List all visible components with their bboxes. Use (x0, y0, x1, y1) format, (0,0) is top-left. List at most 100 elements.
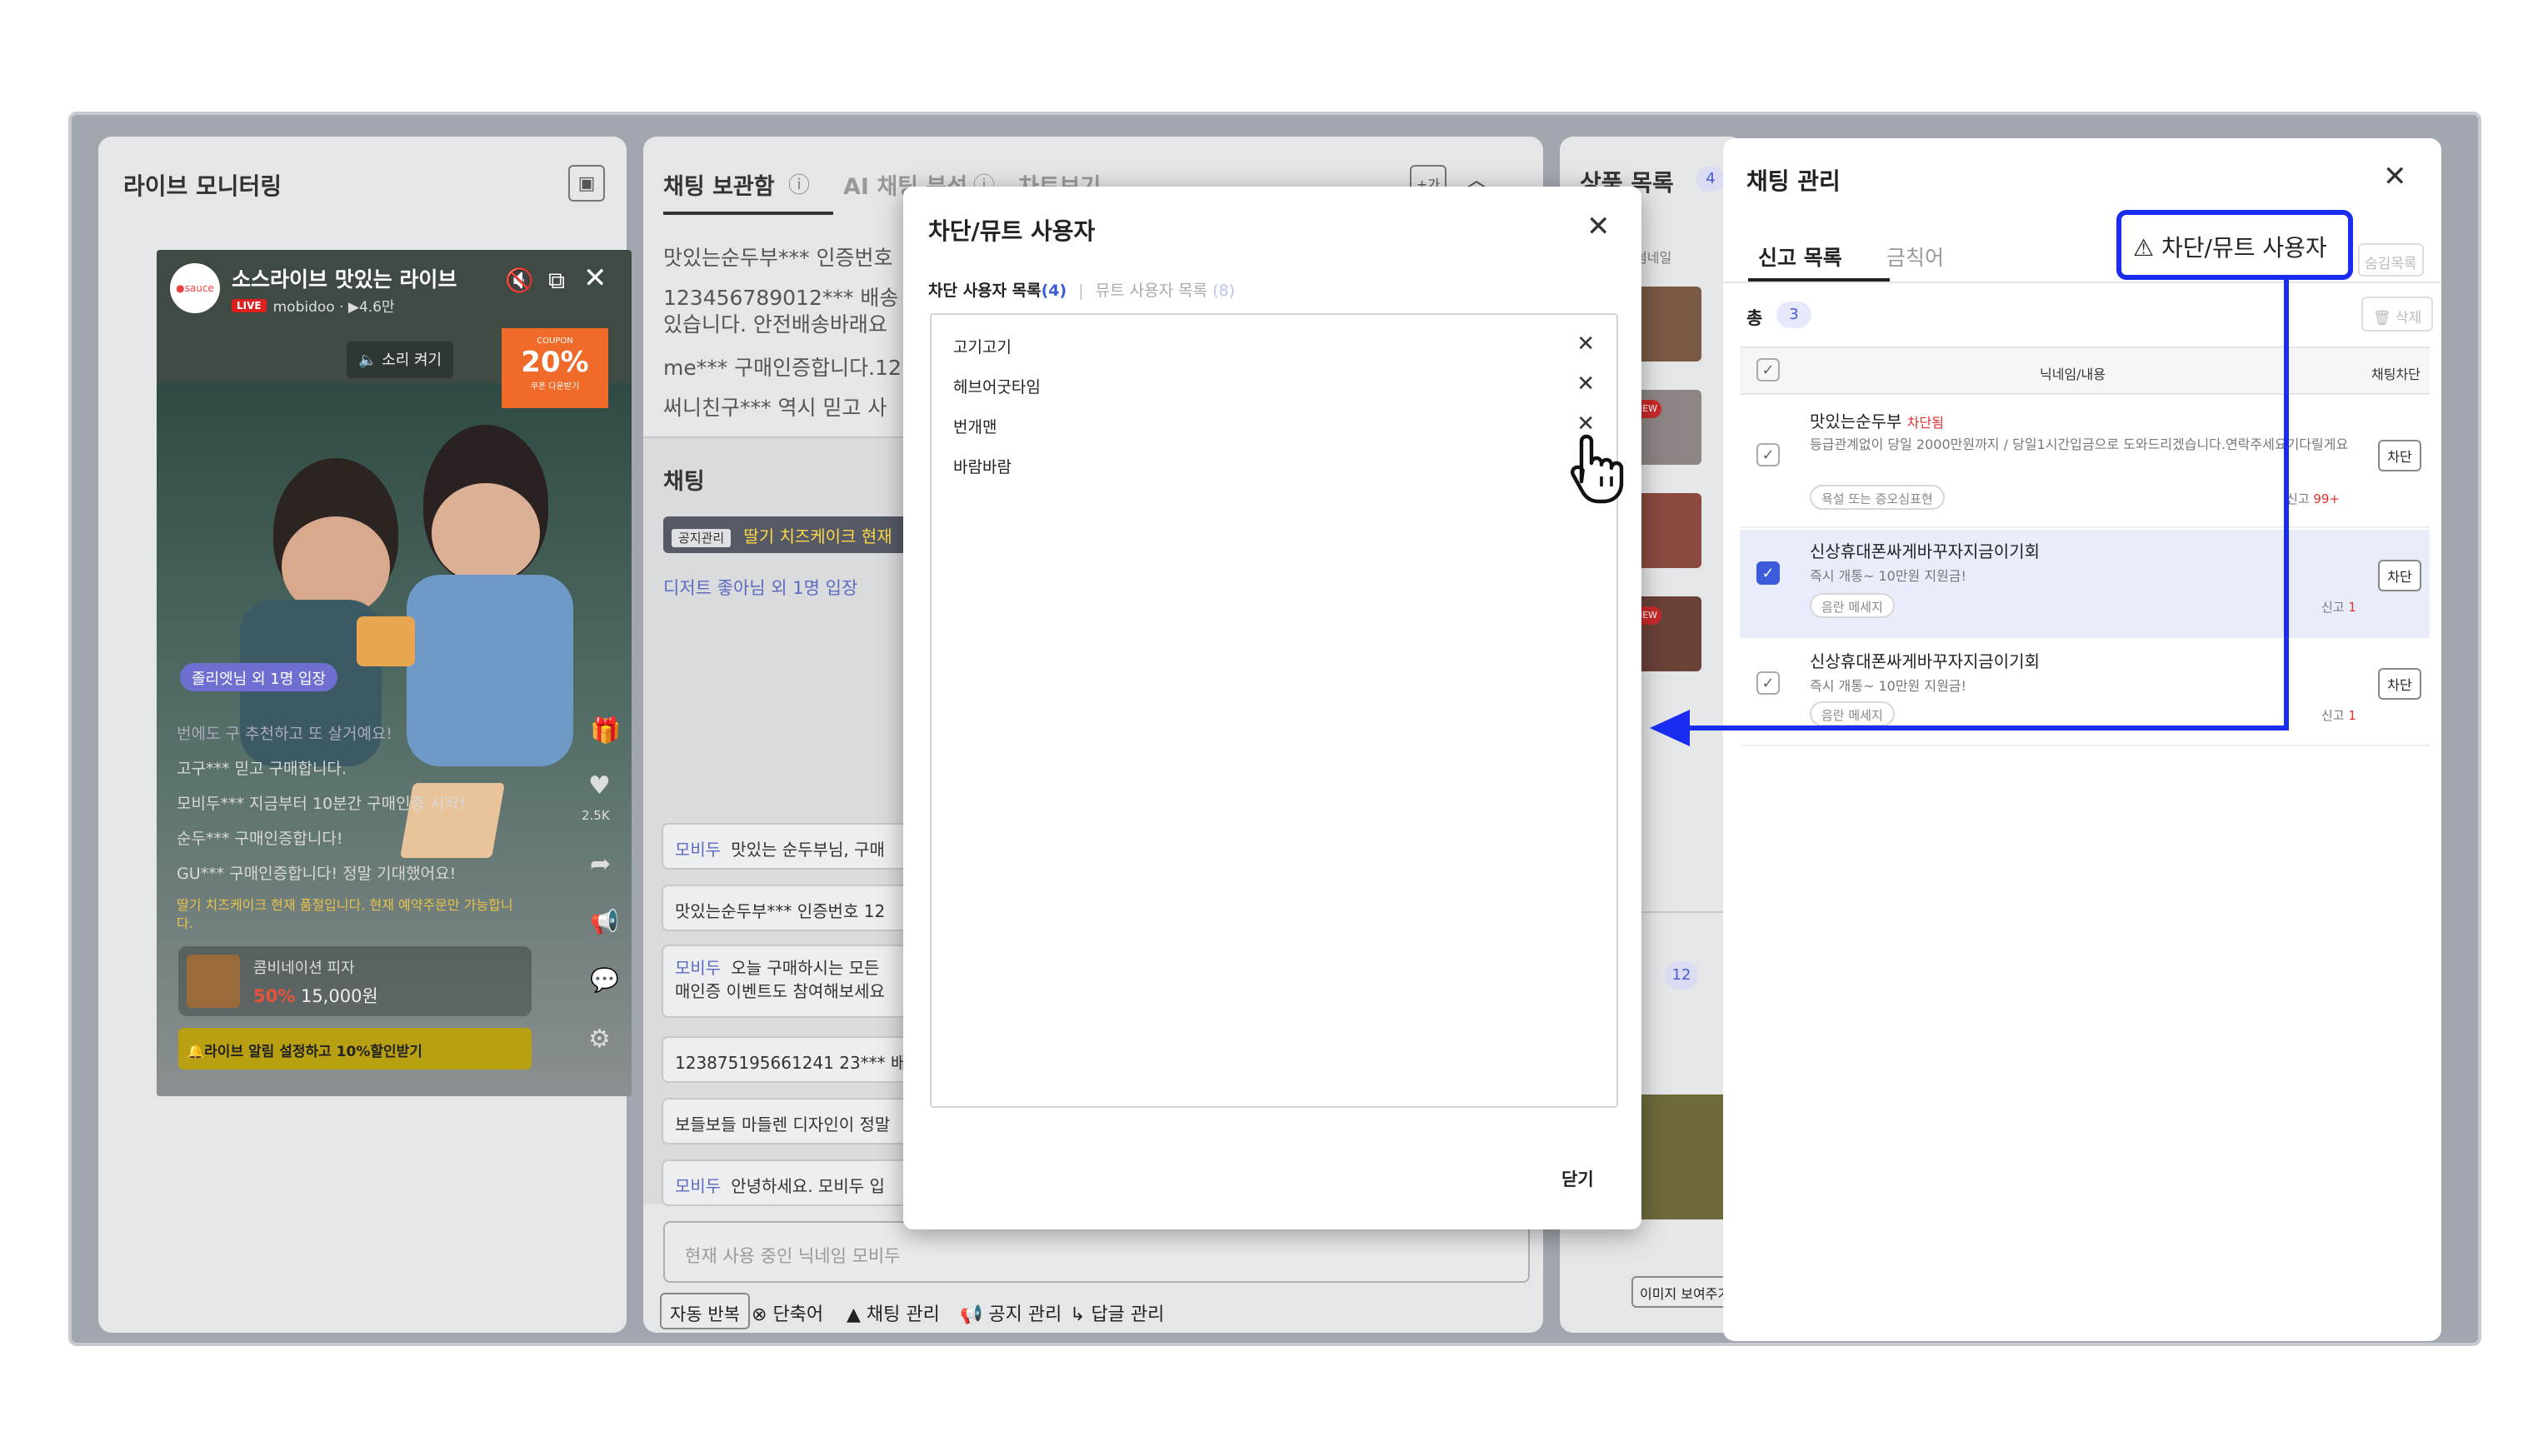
archive-line: 123456789012*** 배송 (663, 286, 899, 310)
chat-bubble[interactable]: 보들보들 마들렌 디자인이 정말 (662, 1098, 912, 1144)
chat-text: 매인증 이벤트도 참여해보세요 (675, 981, 885, 1001)
notice-badge: 공지관리 (672, 529, 732, 547)
overlay-line: GU*** 구매인증합니다! 정말 기대했어요! (177, 865, 457, 883)
product-name: 콤비네이션 피자 (253, 960, 355, 977)
reply-manage-button[interactable]: ↳ 답글 관리 (1070, 1299, 1164, 1326)
chat-bubble[interactable]: 모비두 안녕하세요. 모비두 입 (662, 1159, 912, 1206)
tab-muted-count: (8) (1212, 282, 1236, 300)
report-count: 1 (2348, 600, 2356, 615)
chat-section-title: 채팅 (663, 469, 705, 495)
megaphone-icon[interactable]: 📢 (590, 908, 619, 935)
product-discount: 50% (253, 986, 296, 1006)
chat-manage-title: 채팅 관리 (1746, 167, 1841, 195)
close-icon[interactable]: ✕ (583, 262, 607, 295)
reply-manage-label: 답글 관리 (1091, 1304, 1165, 1325)
sound-on-button[interactable]: 🔈 소리 켜기 (347, 342, 454, 378)
picture-icon[interactable]: ▣ (568, 165, 605, 202)
live-preview[interactable]: ●sauce 소스라이브 맛있는 라이브 LIVE mobidoo · ▶4.6… (157, 250, 632, 1096)
coupon-banner[interactable]: COUPON 20% 쿠폰 다운받기 (502, 328, 608, 408)
shortcut-button[interactable]: ⊗ 단축어 (752, 1299, 823, 1326)
chat-bubble[interactable]: 123875195661241 23*** 배 (662, 1036, 912, 1083)
callout-arrow (1650, 278, 2289, 746)
chat-text: 맛있는순두부*** 인증번호 12 (675, 901, 886, 921)
archive-line: 있습니다. 안전배송바래요 (663, 312, 887, 337)
heart-icon[interactable]: ♥ (588, 771, 611, 800)
settings-icon[interactable]: ⚙ (588, 1025, 611, 1054)
channel-avatar: ●sauce (170, 263, 220, 313)
hand-pointer-icon (1571, 434, 1624, 504)
callout-label: 차단/뮤트 사용자 (2161, 234, 2327, 262)
tab-muted-label: 뮤트 사용자 목록 (1095, 282, 1208, 300)
mute-icon[interactable]: 🔇 (505, 267, 534, 294)
delete-button[interactable]: 🗑 삭제 (2361, 297, 2434, 332)
block-button[interactable]: 차단 (2378, 560, 2421, 591)
chat-bubble[interactable]: 모비두 맛있는 순두부님, 구매 (662, 823, 912, 870)
close-icon[interactable]: ✕ (2383, 160, 2407, 193)
blocked-muted-modal: 차단/뮤트 사용자 ✕ 차단 사용자 목록(4) | 뮤트 사용자 목록 (8)… (903, 187, 1641, 1229)
chat-input[interactable]: 현재 사용 중인 닉네임 모비두 (663, 1221, 1530, 1283)
tab-report-list[interactable]: 신고 목록 (1758, 242, 1842, 272)
block-button[interactable]: 차단 (2378, 440, 2421, 471)
chat-bubble-icon[interactable]: 💬 (590, 966, 619, 994)
archive-line: me*** 구매인증합니다.12 (663, 356, 902, 380)
chat-bubble[interactable]: 맛있는순두부*** 인증번호 12 (662, 885, 912, 931)
overlay-line: 모비두*** 지금부터 10분간 구매인증 시작! (177, 795, 466, 813)
blocked-user: 번개맨 (953, 418, 997, 436)
alarm-button-label: 라이브 알림 설정하고 10%할인받기 (204, 1044, 422, 1060)
blocked-muted-callout[interactable]: ⚠ 차단/뮤트 사용자 (2116, 210, 2353, 280)
chat-text: 안녕하세요. 모비두 입 (731, 1176, 885, 1196)
close-icon[interactable]: ✕ (1586, 210, 1611, 243)
coupon-sub: 쿠폰 다운받기 (530, 382, 580, 391)
report-label: 신고 (2321, 708, 2345, 723)
entry-text: 디저트 좋아님 외 1명 입장 (663, 578, 858, 598)
report-info: 신고 1 (2321, 598, 2356, 616)
chat-text: 123875195661241 23*** 배 (675, 1053, 907, 1073)
chat-manage-button[interactable]: ▲ 채팅 관리 (847, 1299, 940, 1326)
chat-text: 맛있는 순두부님, 구매 (731, 840, 885, 860)
coupon-value: 20% (521, 346, 589, 379)
col-block: 채팅차단 (2371, 366, 2421, 382)
close-icon[interactable]: ✕ (1576, 371, 1595, 396)
chat-manage-label: 채팅 관리 (866, 1304, 940, 1325)
hidden-list-button[interactable]: 숨김목록 (2358, 243, 2424, 277)
overlay-line: 순두*** 구매인증합니다! (177, 830, 343, 848)
archive-line: 맛있는순두부*** 인증번호 (663, 246, 893, 270)
tab-blocked-users[interactable]: 차단 사용자 목록(4) (928, 282, 1067, 300)
tab-muted-users[interactable]: 뮤트 사용자 목록 (8) (1096, 282, 1235, 300)
modal-tabs: 차단 사용자 목록(4) | 뮤트 사용자 목록 (8) (928, 282, 1236, 300)
overlay-line: 번에도 구 추천하고 또 살거예요! (177, 725, 393, 743)
gift-icon[interactable]: 🎁 (590, 716, 621, 745)
stream-title: 소스라이브 맛있는 라이브 (232, 267, 457, 292)
close-button[interactable]: 닫기 (1561, 1166, 1594, 1191)
share-icon[interactable]: ➦ (590, 850, 611, 879)
notice-manage-button[interactable]: 📢 공지 관리 (960, 1299, 1062, 1326)
pip-icon[interactable]: ⧉ (548, 267, 565, 295)
like-count: 2.5K (582, 808, 610, 823)
host-body-2 (407, 575, 573, 766)
help-icon[interactable]: ⓘ (788, 168, 810, 199)
delete-label: 삭제 (2396, 310, 2422, 327)
chat-nick: 모비두 (675, 958, 722, 978)
live-monitor-panel: 라이브 모니터링 ▣ ●sauce 소스라이브 맛있는 라이브 LIVE mob… (98, 137, 632, 1333)
close-icon[interactable]: ✕ (1576, 332, 1595, 357)
report-label: 신고 (2321, 600, 2345, 615)
count-badge: 12 (1665, 961, 1698, 990)
auto-repeat-button[interactable]: 자동 반복 (660, 1293, 750, 1329)
live-monitor-title: 라이브 모니터링 (123, 172, 282, 200)
tab-blocked-label: 차단 사용자 목록 (928, 282, 1042, 300)
report-count: 99+ (2313, 491, 2341, 506)
tab-chat-archive[interactable]: 채팅 보관함 (663, 168, 775, 201)
alarm-button[interactable]: 🔔라이브 알림 설정하고 10%할인받기 (178, 1028, 532, 1070)
tab-banned-words[interactable]: 금칙어 (1886, 242, 1944, 272)
chat-nick: 모비두 (675, 1176, 722, 1196)
sound-on-label: 소리 켜기 (382, 352, 442, 369)
chat-bubble[interactable]: 모비두 오늘 구매하시는 모든 매인증 이벤트도 참여해보세요 (662, 945, 912, 1018)
blocked-user: 고기고기 (953, 338, 1012, 357)
product-card[interactable]: 콤비네이션 피자 50% 15,000원 (178, 946, 532, 1016)
product-price: 15,000원 (300, 986, 378, 1006)
host-face-2 (432, 483, 540, 583)
show-image-button[interactable]: 이미지 보여주기 (1631, 1276, 1739, 1308)
tab-underline (663, 212, 833, 215)
blocked-user: 바람바람 (953, 458, 1012, 476)
block-button[interactable]: 차단 (2378, 668, 2421, 700)
